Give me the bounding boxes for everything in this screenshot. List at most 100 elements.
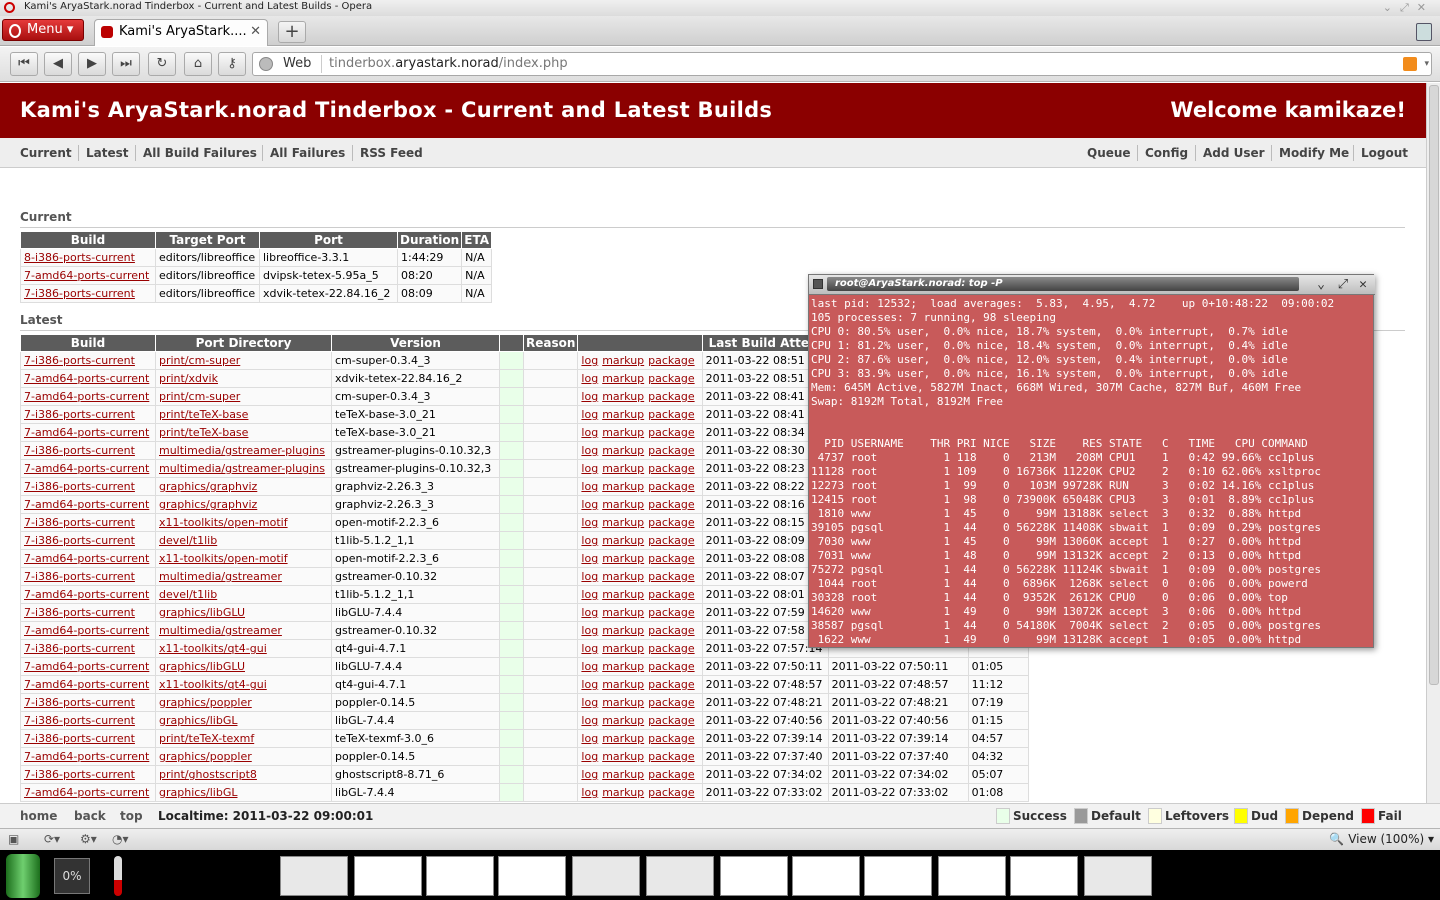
taskbar-window-button[interactable]	[426, 856, 494, 896]
nav-link-modify-me[interactable]: Modify Me	[1279, 146, 1349, 160]
package-link[interactable]: package	[648, 552, 694, 565]
package-link[interactable]: package	[648, 768, 694, 781]
markup-link[interactable]: markup	[602, 372, 644, 385]
reload-button[interactable]: ↻	[148, 52, 176, 76]
log-link[interactable]: log	[581, 498, 598, 511]
package-link[interactable]: package	[648, 750, 694, 763]
home-button[interactable]: ⌂	[184, 52, 212, 76]
trash-icon[interactable]	[1416, 23, 1432, 41]
log-link[interactable]: log	[581, 372, 598, 385]
port-directory-link[interactable]: devel/t1lib	[159, 534, 217, 547]
package-link[interactable]: package	[648, 390, 694, 403]
port-directory-link[interactable]: graphics/poppler	[159, 696, 252, 709]
footer-home-link[interactable]: home	[20, 809, 57, 823]
log-link[interactable]: log	[581, 768, 598, 781]
port-directory-link[interactable]: graphics/poppler	[159, 750, 252, 763]
port-directory-link[interactable]: print/cm-super	[159, 354, 240, 367]
build-link[interactable]: 7-i386-ports-current	[24, 606, 135, 619]
log-link[interactable]: log	[581, 390, 598, 403]
markup-link[interactable]: markup	[602, 714, 644, 727]
package-link[interactable]: package	[648, 732, 694, 745]
taskbar-window-button[interactable]	[646, 856, 714, 896]
close-icon[interactable]: ✕	[1355, 277, 1371, 293]
footer-back-link[interactable]: back	[74, 809, 106, 823]
log-link[interactable]: log	[581, 786, 598, 799]
markup-link[interactable]: markup	[602, 606, 644, 619]
build-link[interactable]: 7-i386-ports-current	[24, 444, 135, 457]
taskbar-window-button[interactable]	[498, 856, 566, 896]
log-link[interactable]: log	[581, 444, 598, 457]
maximize-icon[interactable]: ⤢	[1335, 277, 1351, 293]
build-link[interactable]: 8-i386-ports-current	[24, 251, 135, 264]
markup-link[interactable]: markup	[602, 480, 644, 493]
markup-link[interactable]: markup	[602, 786, 644, 799]
build-link[interactable]: 7-i386-ports-current	[24, 534, 135, 547]
taskbar-window-button[interactable]	[572, 856, 640, 896]
markup-link[interactable]: markup	[602, 552, 644, 565]
taskbar-window-button[interactable]	[1010, 856, 1078, 896]
panel-toggle-icon[interactable]: ▣	[8, 832, 19, 846]
nav-link-add-user[interactable]: Add User	[1203, 146, 1265, 160]
scrollbar-thumb[interactable]	[1429, 85, 1439, 685]
markup-link[interactable]: markup	[602, 462, 644, 475]
fast-forward-button[interactable]: ⏭	[112, 52, 140, 76]
chevron-down-icon[interactable]: ▾	[1424, 53, 1429, 75]
log-link[interactable]: log	[581, 750, 598, 763]
log-link[interactable]: log	[581, 408, 598, 421]
build-link[interactable]: 7-i386-ports-current	[24, 516, 135, 529]
build-link[interactable]: 7-amd64-ports-current	[24, 552, 149, 565]
opera-menu-button[interactable]: Menu ▾	[2, 19, 84, 41]
zoom-control[interactable]: 🔍 View (100%) ▾	[1329, 832, 1434, 846]
nav-link-all-build-failures[interactable]: All Build Failures	[143, 146, 257, 160]
build-link[interactable]: 7-amd64-ports-current	[24, 426, 149, 439]
markup-link[interactable]: markup	[602, 768, 644, 781]
package-link[interactable]: package	[648, 426, 694, 439]
log-link[interactable]: log	[581, 552, 598, 565]
log-link[interactable]: log	[581, 426, 598, 439]
nav-link-latest[interactable]: Latest	[86, 146, 129, 160]
new-tab-button[interactable]: +	[278, 21, 306, 43]
port-directory-link[interactable]: multimedia/gstreamer-plugins	[159, 444, 325, 457]
build-link[interactable]: 7-i386-ports-current	[24, 354, 135, 367]
log-link[interactable]: log	[581, 642, 598, 655]
build-link[interactable]: 7-amd64-ports-current	[24, 660, 149, 673]
log-link[interactable]: log	[581, 732, 598, 745]
package-link[interactable]: package	[648, 498, 694, 511]
nav-link-logout[interactable]: Logout	[1361, 146, 1408, 160]
build-link[interactable]: 7-amd64-ports-current	[24, 498, 149, 511]
log-link[interactable]: log	[581, 660, 598, 673]
trash-can-icon[interactable]	[6, 854, 40, 898]
package-link[interactable]: package	[648, 570, 694, 583]
package-link[interactable]: package	[648, 714, 694, 727]
package-link[interactable]: package	[648, 534, 694, 547]
build-link[interactable]: 7-amd64-ports-current	[24, 624, 149, 637]
taskbar-window-button[interactable]	[938, 856, 1006, 896]
build-link[interactable]: 7-i386-ports-current	[24, 480, 135, 493]
build-link[interactable]: 7-amd64-ports-current	[24, 750, 149, 763]
package-link[interactable]: package	[648, 516, 694, 529]
close-tab-icon[interactable]: ✕	[250, 24, 261, 39]
log-link[interactable]: log	[581, 354, 598, 367]
port-directory-link[interactable]: print/teTeX-base	[159, 426, 248, 439]
nav-link-rss-feed[interactable]: RSS Feed	[360, 146, 423, 160]
markup-link[interactable]: markup	[602, 390, 644, 403]
log-link[interactable]: log	[581, 606, 598, 619]
build-link[interactable]: 7-i386-ports-current	[24, 768, 135, 781]
markup-link[interactable]: markup	[602, 732, 644, 745]
build-link[interactable]: 7-i386-ports-current	[24, 408, 135, 421]
build-link[interactable]: 7-i386-ports-current	[24, 714, 135, 727]
port-directory-link[interactable]: graphics/libGLU	[159, 660, 245, 673]
markup-link[interactable]: markup	[602, 750, 644, 763]
turbo-icon[interactable]: ⚙▾	[80, 832, 97, 846]
markup-link[interactable]: markup	[602, 426, 644, 439]
package-link[interactable]: package	[648, 660, 694, 673]
port-directory-link[interactable]: multimedia/gstreamer-plugins	[159, 462, 325, 475]
tab-tinderbox[interactable]: Kami's AryaStark.... ✕	[94, 19, 268, 46]
build-link[interactable]: 7-i386-ports-current	[24, 642, 135, 655]
port-directory-link[interactable]: graphics/graphviz	[159, 498, 257, 511]
markup-link[interactable]: markup	[602, 516, 644, 529]
cpu-monitor-icon[interactable]: 0%	[54, 858, 90, 894]
address-bar[interactable]: Web tinderbox.aryastark.norad/index.php …	[252, 52, 1432, 76]
build-link[interactable]: 7-amd64-ports-current	[24, 390, 149, 403]
package-link[interactable]: package	[648, 480, 694, 493]
